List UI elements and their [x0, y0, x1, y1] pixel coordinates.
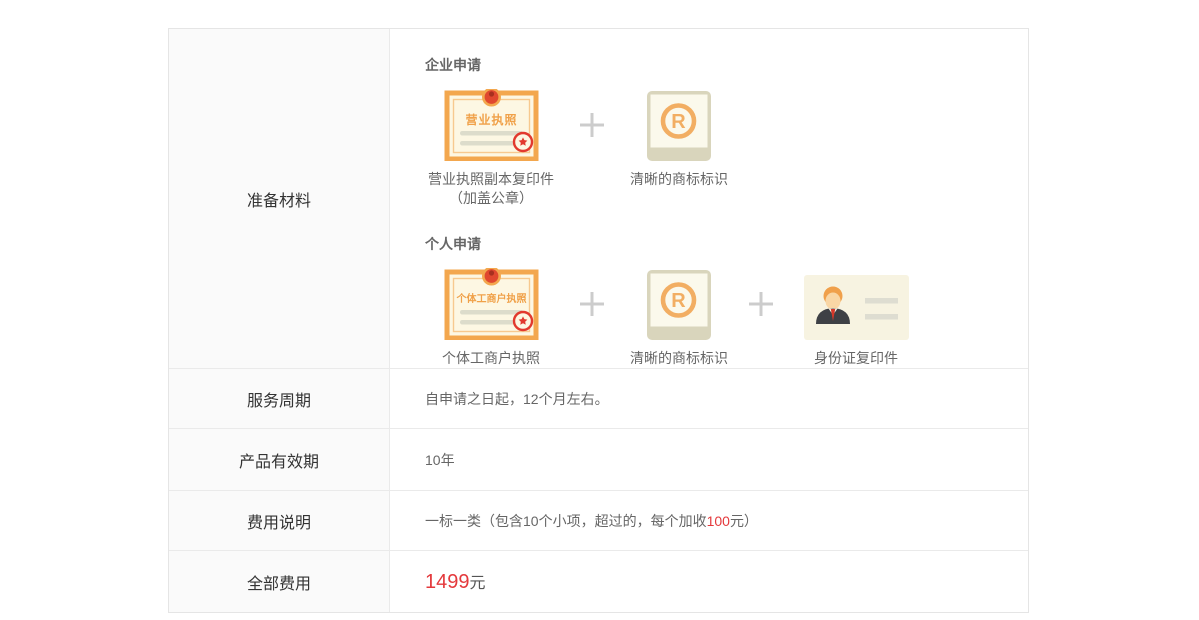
individual-license-caption: 个体工商户执照 [442, 349, 540, 368]
plus-icon [557, 89, 627, 161]
svg-text:R: R [671, 111, 686, 133]
caption-line-1: 营业执照副本复印件 [428, 170, 554, 189]
material-business-license: 营业执照 营业执照副本复印件 （加盖公章） [425, 89, 557, 208]
individual-license-icon: 个体工商户执照 [444, 268, 539, 340]
price: 1499 元 [425, 569, 486, 594]
company-apply-section: 企业申请 营业执照 [425, 55, 1028, 208]
service-period-value: 自申请之日起，12个月左右。 [390, 369, 1028, 428]
material-id-card: 身份证复印件 [791, 268, 921, 368]
trademark-caption: 清晰的商标标识 [630, 349, 728, 368]
plus-icon [731, 268, 791, 340]
row-service-period: 服务周期 自申请之日起，12个月左右。 [169, 369, 1028, 429]
business-license-icon: 营业执照 [444, 89, 539, 161]
id-card-icon [804, 268, 909, 340]
trademark-svg: R [647, 91, 711, 161]
row-validity: 产品有效期 10年 [169, 429, 1028, 491]
row-label: 服务周期 [169, 369, 390, 428]
fee-note-after: 元） [730, 511, 758, 531]
row-prepare-materials: 准备材料 企业申请 营业执照 [169, 29, 1028, 369]
trademark-icon: R [647, 89, 711, 161]
material-trademark: R 清晰的商标标识 [627, 89, 731, 189]
validity-value: 10年 [390, 429, 1028, 490]
svg-text:R: R [671, 290, 686, 312]
fee-note-before: 一标一类（包含10个小项，超过的，每个加收 [425, 511, 707, 531]
personal-apply-section: 个人申请 个体工商户执照 [425, 234, 1028, 368]
company-materials-line: 营业执照 营业执照副本复印件 （加盖公章） [425, 89, 1028, 208]
material-trademark-personal: R 清晰的商标标识 [627, 268, 731, 368]
id-card-caption: 身份证复印件 [814, 349, 898, 368]
product-spec-table: 准备材料 企业申请 营业执照 [168, 28, 1029, 613]
id-card-svg [804, 275, 909, 340]
plus-icon [557, 268, 627, 340]
price-amount: 1499 [425, 571, 470, 594]
business-license-caption: 营业执照副本复印件 （加盖公章） [428, 170, 554, 208]
svg-text:个体工商户执照: 个体工商户执照 [455, 292, 526, 305]
svg-text:营业执照: 营业执照 [465, 112, 517, 127]
personal-apply-heading: 个人申请 [425, 234, 1028, 254]
business-license-svg: 营业执照 [444, 89, 539, 161]
trademark-svg: R [647, 270, 711, 340]
personal-materials-line: 个体工商户执照 个体工商户执照 [425, 268, 1028, 368]
total-fee-value: 1499 元 [390, 551, 1028, 612]
row-label: 准备材料 [169, 29, 390, 368]
row-total-fee: 全部费用 1499 元 [169, 551, 1028, 612]
materials-content: 企业申请 营业执照 [390, 29, 1028, 368]
company-apply-heading: 企业申请 [425, 55, 1028, 75]
row-fee-note: 费用说明 一标一类（包含10个小项，超过的，每个加收100元） [169, 491, 1028, 551]
row-label: 费用说明 [169, 491, 390, 550]
row-label: 全部费用 [169, 551, 390, 612]
trademark-icon: R [647, 268, 711, 340]
trademark-caption: 清晰的商标标识 [630, 170, 728, 189]
price-unit: 元 [470, 569, 486, 593]
material-individual-license: 个体工商户执照 个体工商户执照 [425, 268, 557, 368]
row-label: 产品有效期 [169, 429, 390, 490]
fee-note-value: 一标一类（包含10个小项，超过的，每个加收100元） [390, 491, 1028, 550]
caption-line-2: （加盖公章） [428, 189, 554, 208]
individual-license-svg: 个体工商户执照 [444, 268, 539, 340]
fee-note-highlight: 100 [707, 513, 730, 529]
